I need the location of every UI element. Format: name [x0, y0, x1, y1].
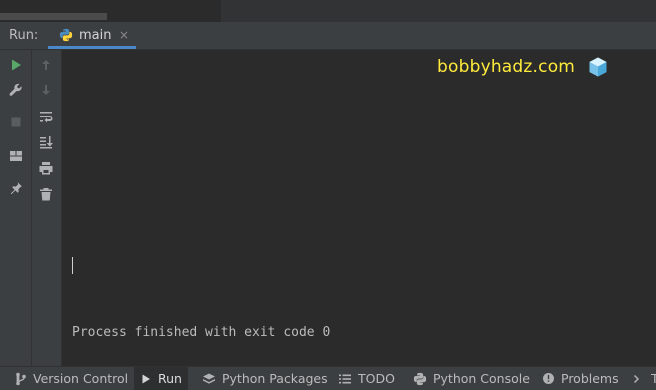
run-panel-label: Run:	[9, 28, 39, 43]
info-icon	[543, 373, 554, 384]
python-icon	[413, 372, 427, 385]
soft-wrap-icon[interactable]	[38, 109, 54, 125]
pin-icon[interactable]	[8, 180, 24, 196]
tool-tab-run[interactable]: Run	[134, 367, 188, 390]
down-arrow-icon[interactable]	[38, 82, 54, 98]
tool-tab-python-console[interactable]: Python Console	[407, 367, 536, 390]
tool-tab-label: TODO	[358, 371, 395, 386]
tool-tab-terminal[interactable]: T	[627, 367, 656, 390]
editor-remnant-strip	[0, 0, 656, 22]
tool-tab-problems[interactable]: Problems	[536, 367, 625, 390]
run-panel-header: Run: main ×	[0, 22, 656, 50]
layers-icon	[203, 373, 215, 384]
watermark-text: bobbyhadz.com	[437, 57, 576, 77]
tool-tab-todo[interactable]: TODO	[332, 367, 401, 390]
tool-tab-label: Run	[158, 371, 182, 386]
terminal-icon	[633, 374, 640, 383]
list-icon	[339, 374, 351, 383]
trash-icon[interactable]	[38, 186, 54, 202]
tool-tab-python-packages[interactable]: Python Packages	[196, 367, 334, 390]
tool-tab-label: Version Control	[33, 371, 129, 386]
run-icon	[142, 374, 150, 383]
horizontal-scrollbar[interactable]	[0, 13, 107, 20]
tool-tab-label: Problems	[561, 371, 619, 386]
scroll-to-end-icon[interactable]	[38, 134, 54, 150]
print-icon[interactable]	[38, 160, 54, 176]
process-finished-message: Process finished with exit code 0	[72, 325, 331, 340]
run-tab-main[interactable]: main ×	[48, 22, 136, 49]
run-icon[interactable]	[8, 57, 24, 73]
tool-window-bar: Version Control Run Python Packages TODO…	[0, 366, 656, 390]
close-icon[interactable]: ×	[119, 28, 129, 42]
console-output[interactable]: bobbyhadz.com Process finished with exit…	[62, 50, 656, 366]
text-caret	[72, 257, 73, 274]
branch-icon	[16, 372, 26, 385]
up-arrow-icon[interactable]	[38, 57, 54, 73]
wrench-icon[interactable]	[8, 82, 24, 98]
stop-icon[interactable]	[8, 114, 24, 130]
tool-tab-label: Python Packages	[222, 371, 328, 386]
run-toolbar	[0, 50, 32, 366]
tool-tab-label: T	[651, 371, 656, 386]
console-toolbar	[32, 50, 62, 366]
cube-icon	[589, 57, 607, 77]
tool-tab-label: Python Console	[433, 371, 530, 386]
run-tab-label: main	[79, 28, 112, 43]
editor-gutter-area	[221, 0, 656, 22]
python-icon	[59, 28, 73, 42]
tool-tab-version-control[interactable]: Version Control	[9, 367, 134, 390]
layout-icon[interactable]	[8, 148, 24, 164]
